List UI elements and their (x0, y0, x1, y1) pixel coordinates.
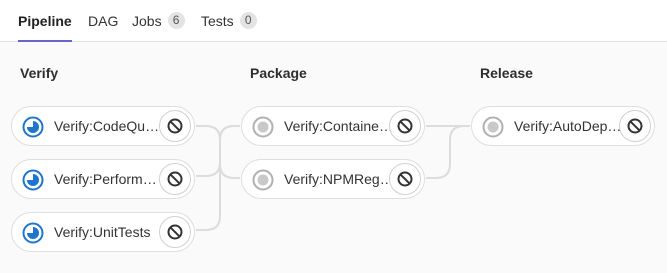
job-verify-autodeploy[interactable]: Verify:AutoDeploy (471, 106, 655, 146)
tab-tests[interactable]: Tests 0 (201, 0, 257, 41)
created-icon (252, 116, 274, 138)
job-verify-performance[interactable]: Verify:Performance (11, 159, 195, 199)
created-icon (482, 116, 504, 138)
running-icon (22, 222, 44, 244)
pipeline-tabs: Pipeline DAG Jobs 6 Tests 0 (0, 0, 667, 42)
tab-pipeline[interactable]: Pipeline (18, 0, 72, 42)
cancel-icon[interactable] (389, 110, 421, 142)
tab-label: Tests (201, 12, 234, 29)
tab-label: DAG (88, 12, 119, 29)
stage-title-verify: Verify (20, 65, 59, 81)
job-name: Verify:CodeQuality (54, 118, 164, 134)
job-name: Verify:UnitTests (54, 224, 151, 240)
job-verify-codequality[interactable]: Verify:CodeQuality (11, 106, 195, 146)
cancel-icon[interactable] (159, 163, 191, 195)
job-name: Verify:Performance (54, 171, 164, 187)
tests-count-badge: 0 (239, 12, 257, 29)
cancel-icon[interactable] (159, 216, 191, 248)
job-verify-containerscanning[interactable]: Verify:ContainerScanning (241, 106, 425, 146)
tab-jobs[interactable]: Jobs 6 (132, 0, 185, 41)
cancel-icon[interactable] (159, 110, 191, 142)
job-verify-npmregistry[interactable]: Verify:NPMRegistry (241, 159, 425, 199)
job-name: Verify:NPMRegistry (284, 171, 394, 187)
stage-title-package: Package (250, 65, 307, 81)
cancel-icon[interactable] (619, 110, 651, 142)
running-icon (22, 116, 44, 138)
tab-dag[interactable]: DAG (88, 0, 118, 41)
tab-label: Pipeline (18, 12, 72, 29)
cancel-icon[interactable] (389, 163, 421, 195)
job-name: Verify:ContainerScanning (284, 118, 394, 134)
tab-label: Jobs (132, 12, 162, 29)
job-name: Verify:AutoDeploy (514, 118, 624, 134)
stage-title-release: Release (480, 65, 533, 81)
running-icon (22, 169, 44, 191)
jobs-count-badge: 6 (167, 12, 185, 29)
job-verify-unittests[interactable]: Verify:UnitTests (11, 212, 195, 252)
created-icon (252, 169, 274, 191)
